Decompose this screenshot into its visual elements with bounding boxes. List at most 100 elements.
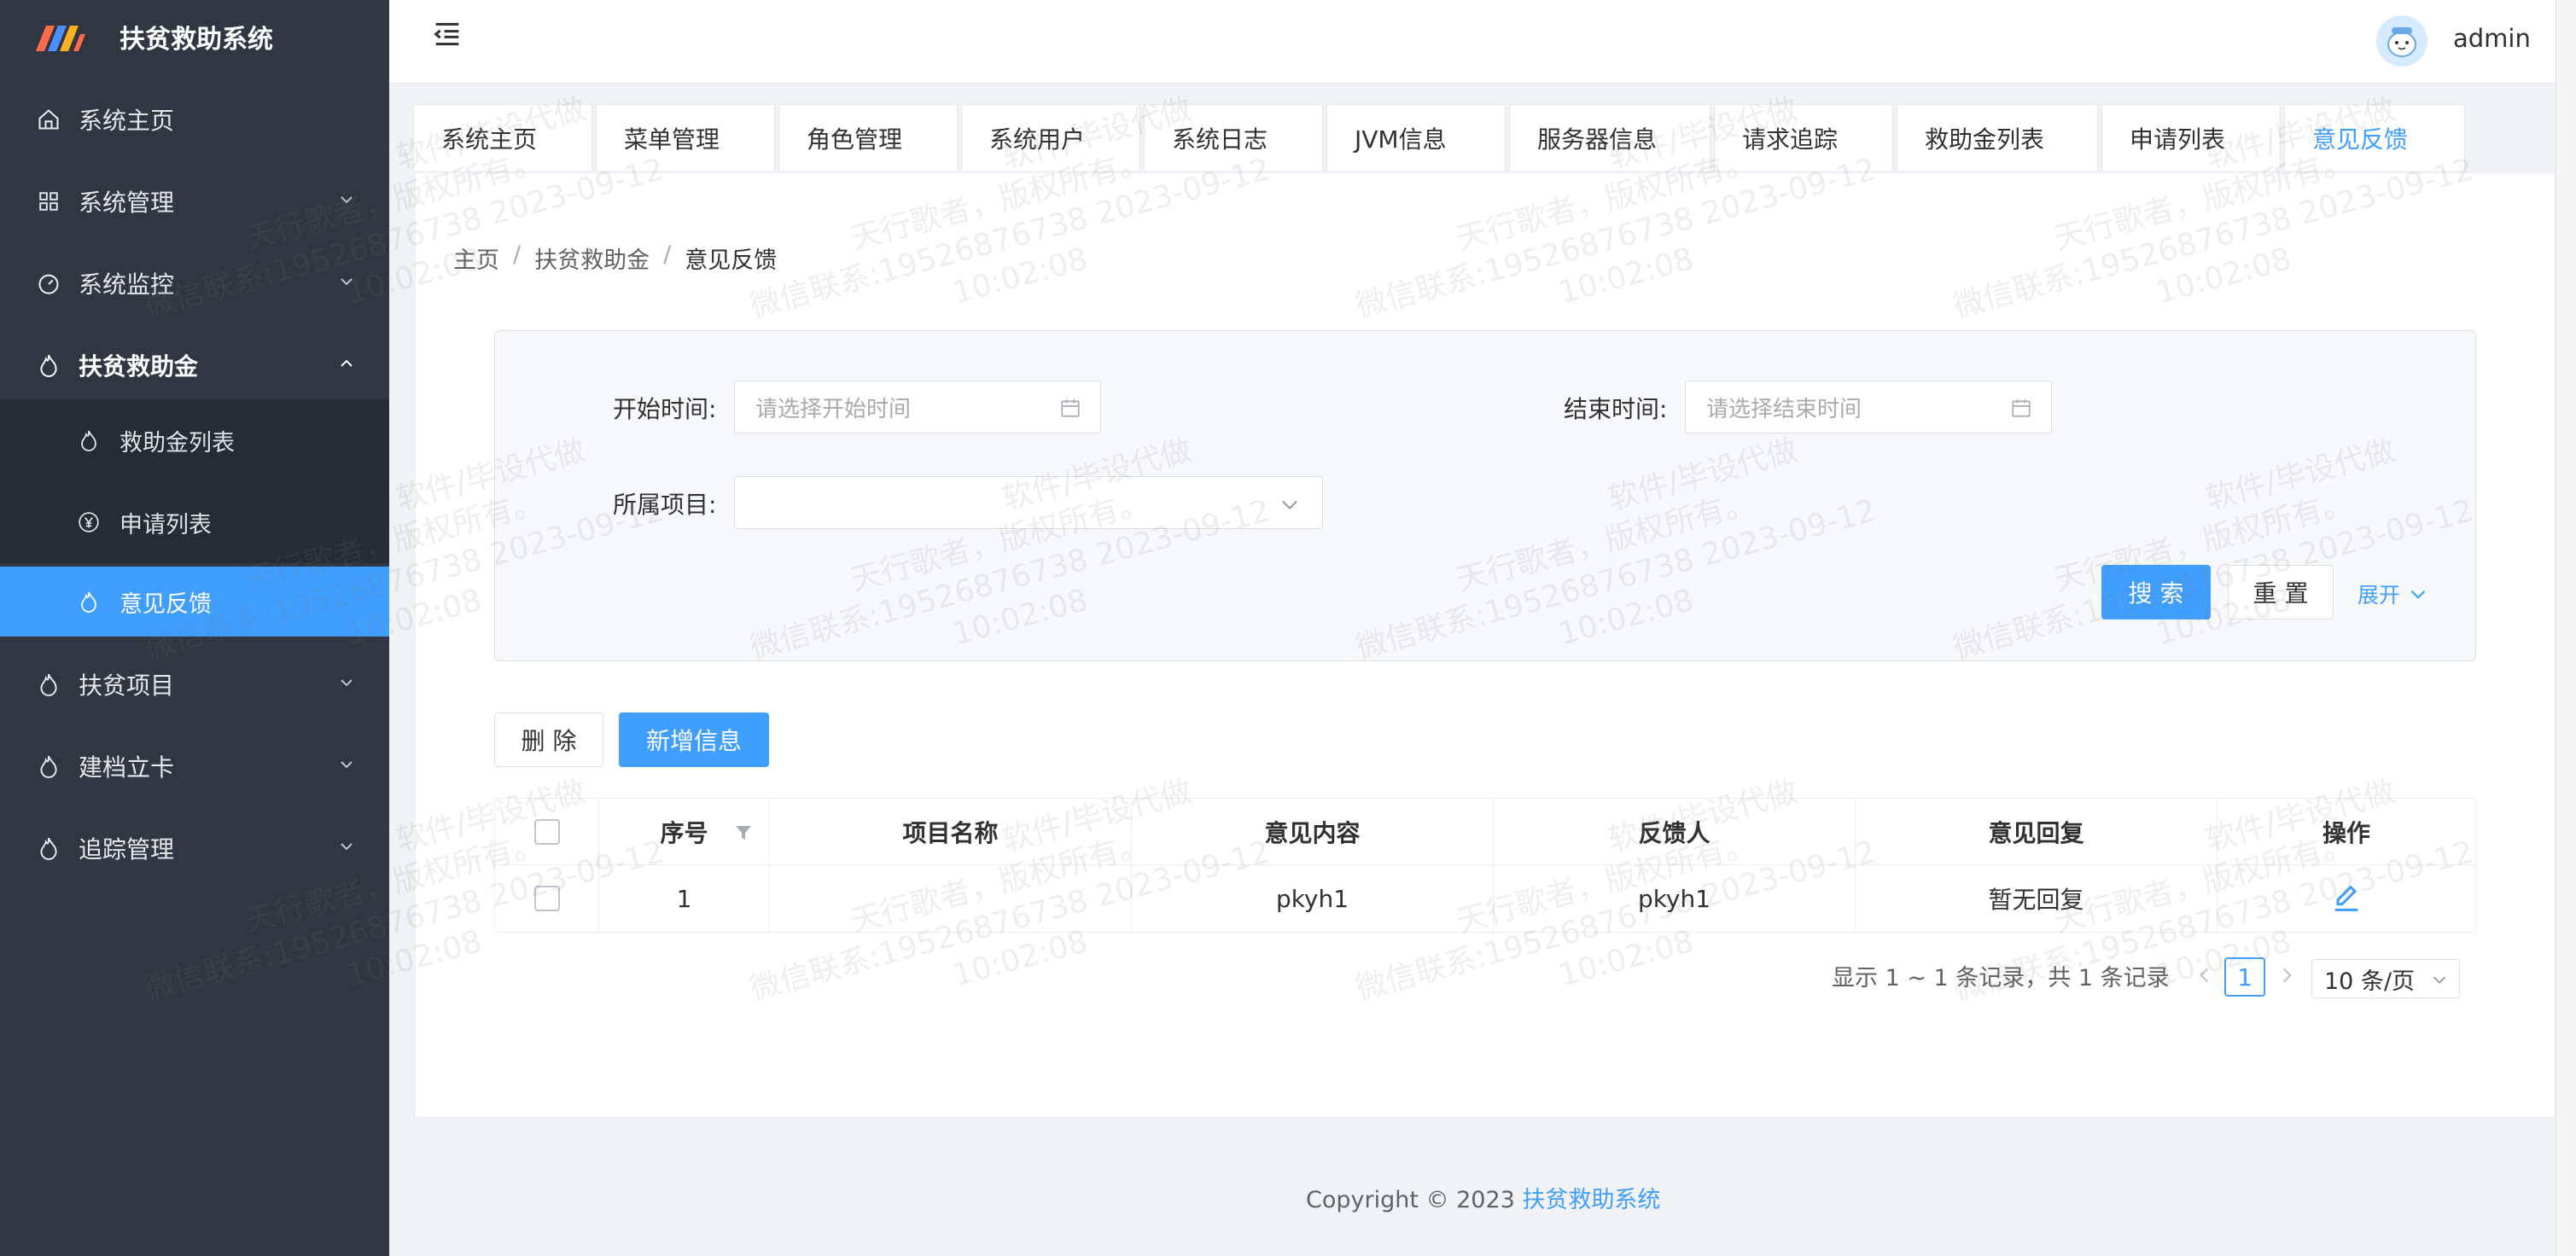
sidebar-item-registration[interactable]: 建档立卡 <box>0 725 389 807</box>
sidebar-item-tracking[interactable]: 追踪管理 <box>0 807 389 889</box>
row-checkbox[interactable] <box>533 886 560 911</box>
logo-icon <box>36 26 85 51</box>
column-label: 意见内容 <box>1264 818 1361 847</box>
add-button[interactable]: 新增信息 <box>619 712 769 767</box>
sidebar-item-label: 扶贫项目 <box>79 672 175 700</box>
chevron-down-icon <box>341 843 353 851</box>
column-label: 反馈人 <box>1638 818 1711 847</box>
page-number-current[interactable]: 1 <box>2224 957 2265 997</box>
tab-label: 角色管理 <box>807 125 903 154</box>
tab-label: JVM信息 <box>1355 125 1447 154</box>
column-user: 反馈人 <box>1494 799 1856 864</box>
breadcrumb-separator: / <box>663 241 672 268</box>
edit-icon[interactable] <box>2329 881 2363 916</box>
filter-icon[interactable] <box>733 823 754 843</box>
pagination-summary: 显示 1 ~ 1 条记录，共 1 条记录 <box>1832 965 2170 991</box>
sidebar-item-application-list[interactable]: 申请列表 <box>0 481 389 563</box>
tab-request-trace[interactable]: 请求追踪 <box>1714 104 1893 171</box>
scrollbar[interactable] <box>2556 0 2576 1256</box>
sidebar-item-label: 系统管理 <box>79 189 175 217</box>
tab-feedback[interactable]: 意见反馈 <box>2284 104 2465 171</box>
tab-home[interactable]: 系统主页 <box>413 104 592 171</box>
chevron-down-icon <box>341 278 353 286</box>
end-time-placeholder: 请选择结束时间 <box>1706 396 1862 422</box>
chevron-up-icon <box>341 359 353 367</box>
start-time-label: 开始时间: <box>613 395 717 423</box>
cell-actions <box>2218 865 2475 932</box>
search-button[interactable]: 搜 索 <box>2101 565 2211 619</box>
select-all-checkbox[interactable] <box>533 818 560 845</box>
start-time-placeholder: 请选择开始时间 <box>755 396 912 422</box>
column-label: 意见回复 <box>1988 818 2084 847</box>
cell-index: 1 <box>599 865 770 932</box>
sidebar-item-home[interactable]: 系统主页 <box>0 78 389 160</box>
sidebar-item-label: 建档立卡 <box>79 753 175 782</box>
sidebar-item-fund-list[interactable]: 救助金列表 <box>0 399 389 481</box>
column-actions: 操作 <box>2218 799 2475 864</box>
tab-label: 系统主页 <box>441 125 538 154</box>
delete-button[interactable]: 删 除 <box>494 712 603 767</box>
add-button-label: 新增信息 <box>645 727 742 755</box>
end-time-input[interactable]: 请选择结束时间 <box>1685 381 2052 433</box>
end-time-label: 结束时间: <box>1564 395 1668 423</box>
sidebar-item-poverty-project[interactable]: 扶贫项目 <box>0 643 389 725</box>
sidebar-item-system-management[interactable]: 系统管理 <box>0 160 389 242</box>
tab-role-management[interactable]: 角色管理 <box>778 104 958 171</box>
column-label: 项目名称 <box>902 818 999 847</box>
breadcrumb-home[interactable]: 主页 <box>453 241 499 275</box>
cell-user: pkyh1 <box>1494 865 1856 932</box>
gauge-icon <box>36 270 61 296</box>
calendar-icon <box>2012 399 2031 417</box>
tab-fund-list[interactable]: 救助金列表 <box>1897 104 2098 171</box>
tab-system-users[interactable]: 系统用户 <box>961 104 1140 171</box>
username[interactable]: admin <box>2453 24 2531 53</box>
tab-label: 服务器信息 <box>1537 125 1658 154</box>
sidebar-item-system-monitor[interactable]: 系统监控 <box>0 242 389 324</box>
table-row[interactable]: 1 pkyh1 pkyh1 暂无回复 <box>495 865 2475 932</box>
select-all-cell <box>495 799 599 864</box>
top-header: admin <box>389 0 2576 84</box>
chevron-down-icon <box>341 196 353 204</box>
tab-jvm-info[interactable]: JVM信息 <box>1326 104 1506 171</box>
tab-label: 救助金列表 <box>1925 125 2045 154</box>
sidebar-item-label: 系统监控 <box>79 270 175 299</box>
page-size-select[interactable]: 10 条/页 <box>2311 959 2460 998</box>
feedback-table: 序号 项目名称 意见内容 反馈人 意见回复 操作 1 pkyh1 pkyh1 暂… <box>494 798 2476 933</box>
reset-button[interactable]: 重 置 <box>2228 565 2334 619</box>
grid-icon <box>36 189 61 214</box>
breadcrumb-parent[interactable]: 扶贫救助金 <box>534 241 650 275</box>
breadcrumb-current: 意见反馈 <box>685 247 778 274</box>
chevron-down-icon <box>2410 590 2426 599</box>
tab-menu-management[interactable]: 菜单管理 <box>596 104 775 171</box>
expand-link[interactable]: 展开 <box>2357 579 2429 609</box>
tab-server-info[interactable]: 服务器信息 <box>1509 104 1711 171</box>
sidebar: 扶贫救助系统 系统主页 系统管理 系统监控 扶贫救助金 救助金列表 申请列表 意… <box>0 0 389 1256</box>
tab-system-log[interactable]: 系统日志 <box>1144 104 1323 171</box>
table-header: 序号 项目名称 意见内容 反馈人 意见回复 操作 <box>495 799 2475 865</box>
home-icon <box>36 107 61 132</box>
delete-button-label: 删 除 <box>521 727 577 755</box>
next-page-icon[interactable] <box>2276 964 2298 986</box>
tab-label: 请求追踪 <box>1742 125 1839 154</box>
brand[interactable]: 扶贫救助系统 <box>0 0 389 73</box>
sidebar-item-feedback[interactable]: 意见反馈 <box>0 567 389 637</box>
sidebar-item-label: 追踪管理 <box>79 835 175 864</box>
flame-icon <box>36 352 61 378</box>
flame-icon <box>36 753 61 779</box>
avatar[interactable] <box>2376 15 2427 67</box>
sidebar-item-label: 扶贫救助金 <box>79 352 199 381</box>
app-title: 扶贫救助系统 <box>119 25 273 55</box>
sidebar-item-label: 救助金列表 <box>119 429 235 456</box>
footer-brand-link[interactable]: 扶贫救助系统 <box>1522 1187 1660 1213</box>
tab-application-list[interactable]: 申请列表 <box>2101 104 2281 171</box>
menu-fold-icon[interactable] <box>430 17 464 51</box>
tab-label: 意见反馈 <box>2312 125 2409 154</box>
start-time-input[interactable]: 请选择开始时间 <box>734 381 1101 433</box>
tab-label: 系统用户 <box>989 125 1086 154</box>
yen-icon <box>77 510 101 534</box>
column-index[interactable]: 序号 <box>599 799 770 864</box>
sidebar-item-relief-fund[interactable]: 扶贫救助金 <box>0 324 389 406</box>
project-select[interactable] <box>734 476 1323 529</box>
prev-page-icon[interactable] <box>2194 964 2216 986</box>
breadcrumb: 主页 / 扶贫救助金 / 意见反馈 <box>453 241 777 275</box>
